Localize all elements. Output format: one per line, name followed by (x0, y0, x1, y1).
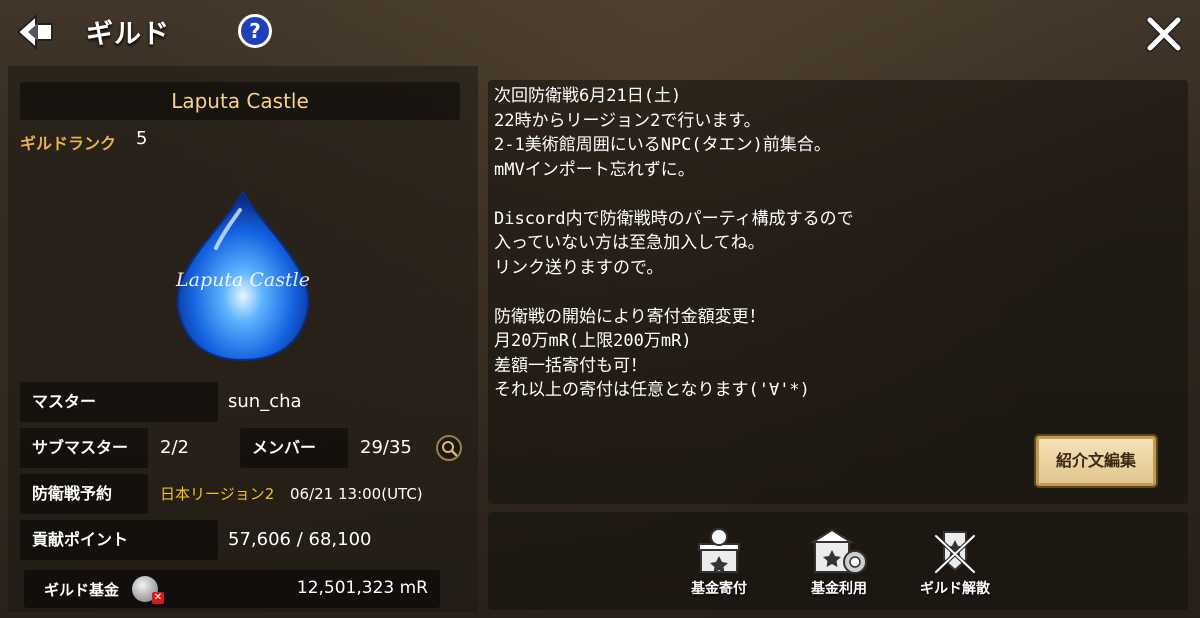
contribution-value: 57,606 / 68,100 (228, 529, 372, 550)
use-fund-label: 基金利用 (811, 581, 867, 597)
guild-name: Laputa Castle (20, 82, 460, 120)
defense-region: 日本リージョン2 (160, 485, 275, 503)
guild-description: 次回防衛戦6月21日(土) 22時からリージョン2で行います。 2-1美術館周囲… (494, 86, 854, 400)
guild-description-panel: 次回防衛戦6月21日(土) 22時からリージョン2で行います。 2-1美術館周囲… (488, 80, 1188, 504)
defense-label: 防衛戦予約 (20, 474, 148, 514)
donate-fund-button[interactable]: 基金寄付 (674, 526, 764, 606)
guild-emblem: Laputa Castle (175, 189, 310, 362)
defense-time: 06/21 13:00(UTC) (290, 485, 423, 503)
member-search-button[interactable] (436, 435, 462, 461)
fund-use-icon (809, 528, 867, 574)
emblem-text: Laputa Castle (175, 269, 310, 291)
back-arrow-icon (16, 13, 53, 51)
submaster-value: 2/2 (160, 437, 189, 458)
fund-value: 12,501,323 mR (296, 578, 428, 598)
disband-guild-button[interactable]: ギルド解散 (910, 526, 1000, 606)
members-label: メンバー (240, 428, 348, 468)
donate-icon (698, 528, 740, 573)
page-title: ギルド (86, 19, 170, 50)
back-button[interactable] (14, 12, 58, 52)
close-button[interactable] (1142, 12, 1186, 56)
guild-rank-label: ギルドランク (20, 134, 117, 153)
fund-label: ギルド基金 (44, 581, 120, 599)
guild-info-panel: Laputa Castle ギルドランク 5 Laputa Castle マスタ… (8, 66, 478, 612)
master-label: マスター (20, 382, 218, 422)
contribution-label: 貢献ポイント (20, 520, 218, 560)
submaster-label: サブマスター (20, 428, 148, 468)
edit-description-button[interactable]: 紹介文編集 (1036, 436, 1156, 486)
guild-fund: ギルド基金 ✕ 12,501,323 mR (24, 570, 440, 608)
header: ギルド ? (0, 0, 1200, 66)
guild-rank-value: 5 (136, 128, 148, 149)
help-button[interactable]: ? (238, 14, 272, 48)
magnifier-icon (442, 441, 458, 457)
use-fund-button[interactable]: 基金利用 (794, 526, 884, 606)
disband-guild-label: ギルド解散 (920, 581, 990, 597)
guild-action-panel: 基金寄付 基金利用 ギルド解散 (488, 512, 1188, 610)
coin-badge-icon: ✕ (152, 592, 164, 604)
master-value: sun_cha (228, 391, 302, 412)
members-value: 29/35 (360, 437, 412, 458)
donate-fund-label: 基金寄付 (691, 581, 747, 597)
disband-icon (934, 531, 976, 574)
close-icon (1146, 16, 1182, 52)
